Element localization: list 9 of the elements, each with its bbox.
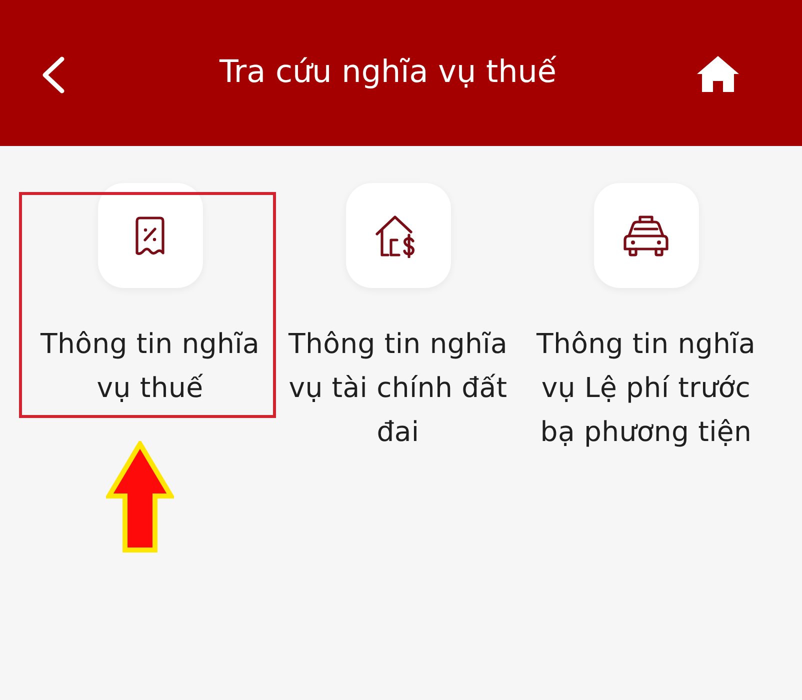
home-icon[interactable] xyxy=(696,55,740,93)
screen-title: Tra cứu nghĩa vụ thuế xyxy=(218,54,558,90)
back-icon[interactable] xyxy=(40,56,66,94)
menu-item-label[interactable]: Thông tin nghĩa vụ tài chính đất đai xyxy=(274,322,522,454)
menu-item-label[interactable]: Thông tin nghĩa vụ thuế xyxy=(26,322,274,410)
menu-item-label[interactable]: Thông tin nghĩa vụ Lệ phí trước bạ phương tiện xyxy=(522,322,770,454)
receipt-percent-icon[interactable] xyxy=(98,183,202,288)
house-dollar-icon[interactable] xyxy=(346,183,450,288)
taxi-icon[interactable] xyxy=(594,183,698,288)
